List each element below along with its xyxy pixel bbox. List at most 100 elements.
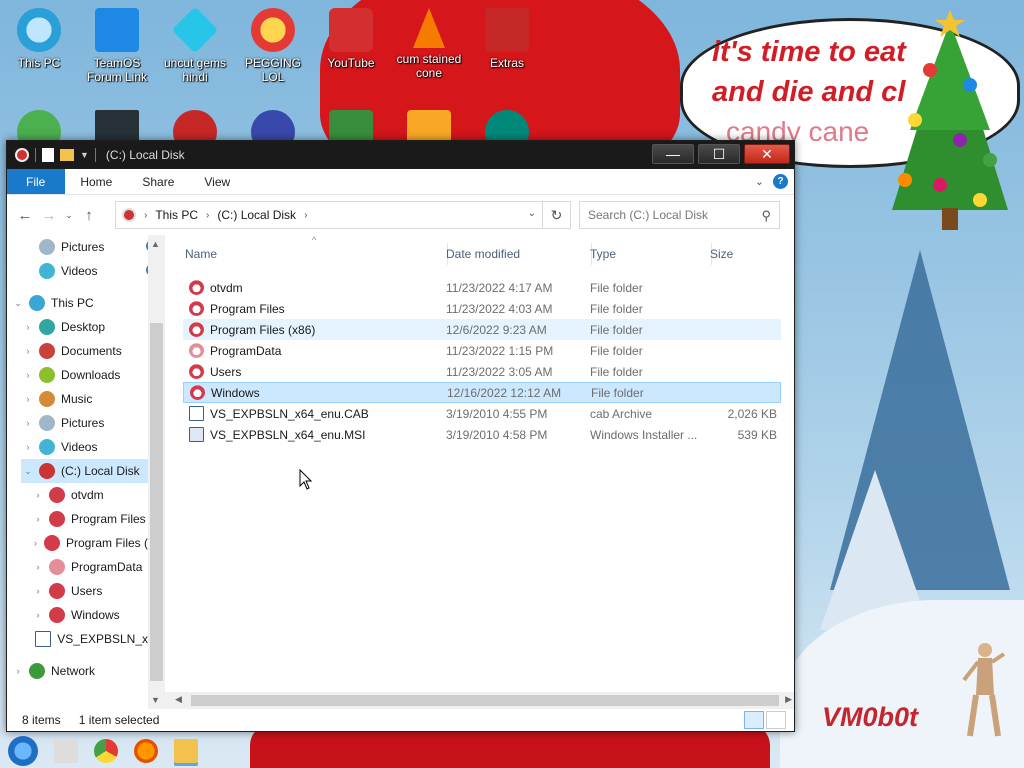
scroll-down-icon[interactable]: ▼: [151, 695, 160, 705]
chevron-right-icon[interactable]: ›: [31, 562, 45, 572]
breadcrumb-this-pc[interactable]: This PC: [155, 208, 198, 222]
title-bar[interactable]: ▼ (C:) Local Disk — ☐ ✕: [7, 141, 794, 169]
table-row[interactable]: Program Files 11/23/2022 4:03 AM File fo…: [183, 298, 781, 319]
desktop-icon-extras[interactable]: Extras: [468, 2, 546, 70]
file-explorer-taskbar-icon[interactable]: [174, 739, 198, 763]
properties-icon[interactable]: [42, 148, 54, 162]
chevron-down-icon[interactable]: ⌄: [11, 298, 25, 309]
nav-item-pictures-quick[interactable]: Pictures: [21, 235, 158, 259]
scroll-right-icon[interactable]: ▶: [785, 694, 792, 705]
tab-share[interactable]: Share: [127, 169, 189, 194]
scrollbar-thumb[interactable]: [150, 323, 163, 681]
breadcrumb-local-disk[interactable]: (C:) Local Disk: [217, 208, 296, 222]
chevron-right-icon[interactable]: ›: [21, 442, 35, 452]
up-arrow-icon[interactable]: ↑: [77, 207, 101, 224]
large-icons-view-button[interactable]: [766, 711, 786, 729]
desktop-icon-this-pc[interactable]: This PC: [0, 2, 78, 70]
maximize-button[interactable]: ☐: [698, 144, 740, 164]
file-type: File folder: [590, 280, 643, 295]
nav-item-programdata[interactable]: › ProgramData: [31, 555, 148, 579]
new-folder-icon[interactable]: [60, 149, 74, 161]
start-button[interactable]: [8, 736, 38, 766]
chevron-right-icon[interactable]: ›: [31, 610, 45, 620]
drive-icon[interactable]: [15, 148, 29, 162]
nav-item-this-pc[interactable]: ⌄ This PC: [11, 291, 148, 315]
nav-item-videos-quick[interactable]: Videos: [21, 259, 158, 283]
table-row[interactable]: otvdm 11/23/2022 4:17 AM File folder: [183, 277, 781, 298]
horizontal-scrollbar[interactable]: ◀ ▶: [165, 692, 794, 709]
details-view-button[interactable]: [744, 711, 764, 729]
column-header-date[interactable]: Date modified: [446, 243, 586, 265]
nav-item-label: Downloads: [61, 368, 121, 382]
minimize-button[interactable]: —: [652, 144, 694, 164]
chevron-right-icon[interactable]: ›: [21, 370, 35, 380]
help-icon[interactable]: ?: [773, 174, 788, 189]
chrome-icon[interactable]: [94, 739, 118, 763]
table-row[interactable]: Program Files (x86) 12/6/2022 9:23 AM Fi…: [183, 319, 781, 340]
column-header-size[interactable]: Size: [710, 243, 780, 265]
nav-item-windows[interactable]: › Windows: [31, 603, 148, 627]
chevron-right-icon[interactable]: ›: [31, 538, 40, 548]
desktop-icon-pegging[interactable]: PEGGING LOL: [234, 2, 312, 84]
tab-file[interactable]: File: [7, 169, 66, 194]
nav-item-desktop[interactable]: › Desktop: [21, 315, 148, 339]
chevron-right-icon[interactable]: ›: [304, 210, 307, 221]
nav-item-users[interactable]: › Users: [31, 579, 148, 603]
expand-ribbon-icon[interactable]: ⌄: [755, 175, 764, 188]
column-header-name[interactable]: Name: [185, 243, 445, 265]
recent-locations-chevron-icon[interactable]: ⌄: [61, 210, 77, 221]
nav-item-videos[interactable]: › Videos: [21, 435, 148, 459]
address-bar[interactable]: › This PC › (C:) Local Disk › ⌄ ↻: [115, 201, 571, 229]
chevron-right-icon[interactable]: ›: [21, 322, 35, 332]
scrollbar-thumb[interactable]: [191, 695, 779, 706]
chevron-down-icon[interactable]: ▼: [80, 150, 89, 160]
desktop-icon-youtube[interactable]: YouTube: [312, 2, 390, 70]
nav-scrollbar[interactable]: ▲ ▼: [148, 235, 165, 709]
nav-item-pictures[interactable]: › Pictures: [21, 411, 148, 435]
nav-item-label: VS_EXPBSLN_x: [57, 632, 148, 646]
nav-item-program-files[interactable]: › Program Files: [31, 507, 148, 531]
close-button[interactable]: ✕: [744, 144, 790, 164]
chevron-down-icon[interactable]: ⌄: [21, 466, 35, 477]
scroll-up-icon[interactable]: ▲: [151, 239, 160, 249]
chevron-right-icon[interactable]: ›: [31, 586, 45, 596]
chevron-right-icon[interactable]: ›: [11, 666, 25, 676]
table-row[interactable]: VS_EXPBSLN_x64_enu.MSI 3/19/2010 4:58 PM…: [183, 424, 781, 445]
nav-item-vs-cab[interactable]: VS_EXPBSLN_x: [31, 627, 148, 651]
chevron-right-icon[interactable]: ›: [206, 210, 209, 221]
address-history-chevron-icon[interactable]: ⌄: [528, 208, 536, 219]
table-row[interactable]: Windows 12/16/2022 12:12 AM File folder: [183, 382, 781, 403]
table-row[interactable]: Users 11/23/2022 3:05 AM File folder: [183, 361, 781, 382]
tab-home[interactable]: Home: [65, 169, 127, 194]
desktop-icon-label: PEGGING LOL: [244, 56, 301, 84]
nav-item-documents[interactable]: › Documents: [21, 339, 148, 363]
refresh-icon[interactable]: ↻: [542, 202, 570, 228]
nav-item-local-disk[interactable]: ⌄ (C:) Local Disk: [21, 459, 148, 483]
ime-icon[interactable]: [54, 739, 78, 763]
desktop-icon-teamos[interactable]: TeamOS Forum Link: [78, 2, 156, 84]
search-input[interactable]: Search (C:) Local Disk ⚲: [579, 201, 780, 229]
this-pc-icon: [17, 8, 61, 52]
chevron-right-icon[interactable]: ›: [21, 394, 35, 404]
desktop-icon-label: uncut gems hindi: [163, 56, 227, 84]
scroll-left-icon[interactable]: ◀: [175, 694, 182, 705]
nav-item-network[interactable]: › Network: [11, 659, 148, 683]
table-row[interactable]: VS_EXPBSLN_x64_enu.CAB 3/19/2010 4:55 PM…: [183, 403, 781, 424]
chevron-right-icon[interactable]: ›: [21, 418, 35, 428]
chevron-right-icon[interactable]: ›: [31, 514, 45, 524]
back-arrow-icon[interactable]: ←: [13, 207, 37, 224]
nav-item-program-files-x86[interactable]: › Program Files (: [31, 531, 148, 555]
forward-arrow-icon[interactable]: →: [37, 207, 61, 224]
table-row[interactable]: ProgramData 11/23/2022 1:15 PM File fold…: [183, 340, 781, 361]
nav-item-downloads[interactable]: › Downloads: [21, 363, 148, 387]
firefox-icon[interactable]: [134, 739, 158, 763]
desktop-icon-uncut-gems[interactable]: uncut gems hindi: [156, 2, 234, 84]
nav-item-otvdm[interactable]: › otvdm: [31, 483, 148, 507]
tab-view[interactable]: View: [189, 169, 245, 194]
chevron-right-icon[interactable]: ›: [144, 210, 147, 221]
desktop-icon-cone[interactable]: cum stained cone: [390, 2, 468, 80]
nav-item-music[interactable]: › Music: [21, 387, 148, 411]
chevron-right-icon[interactable]: ›: [31, 490, 45, 500]
column-header-type[interactable]: Type: [590, 243, 700, 265]
chevron-right-icon[interactable]: ›: [21, 346, 35, 356]
